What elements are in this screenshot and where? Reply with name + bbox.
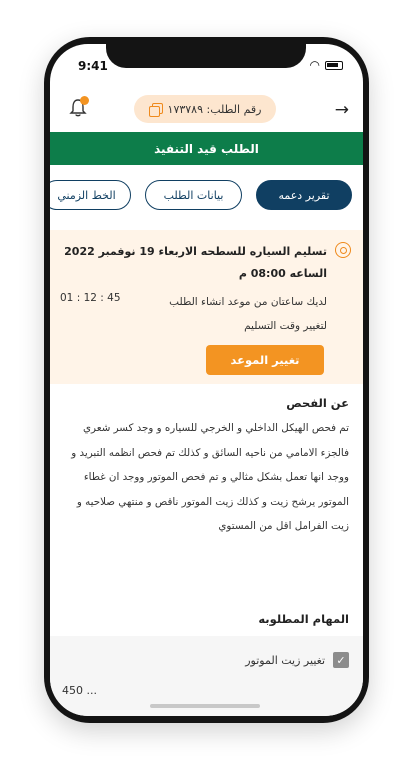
order-number-label: رقم الطلب: ١٧٣٧٨٩ [167, 102, 262, 116]
phone-notch [106, 37, 306, 68]
tasks-title: المهام المطلوبه [258, 612, 349, 626]
delivery-card: تسليم السياره للسطحه الاربعاء 19 نوفمبر … [50, 230, 363, 384]
tab-label: بيانات الطلب [163, 188, 224, 202]
wifi-icon: ◠ [309, 58, 320, 72]
change-hint-text: لتغيير وقت التسليم [244, 320, 327, 332]
home-indicator [150, 704, 260, 708]
tab-support-report[interactable]: تقرير دعمه [256, 180, 352, 210]
tab-order-details[interactable]: بيانات الطلب [145, 180, 242, 210]
task-label: تغيير زيت الموتور [245, 653, 325, 667]
tab-bar: تقرير دعمه بيانات الطلب الخط الزمني [50, 180, 363, 212]
notification-dot [80, 96, 89, 105]
remaining-time-text: لديك ساعتان من موعد انشاء الطلب [169, 296, 327, 308]
back-arrow-icon[interactable]: → [335, 100, 349, 120]
battery-icon [325, 60, 343, 70]
status-time: 9:41 [78, 59, 108, 73]
countdown-timer: 01 : 12 : 45 [60, 292, 121, 304]
order-number-pill[interactable]: رقم الطلب: ١٧٣٧٨٩ [134, 95, 276, 123]
inspection-section: عن الفحص تم فحص الهيكل الداخلي و الخرجي … [64, 396, 349, 539]
tab-label: الخط الزمني [57, 188, 116, 202]
steering-wheel-icon [335, 242, 351, 258]
inspection-body: تم فحص الهيكل الداخلي و الخرجي للسياره و… [71, 422, 349, 532]
top-bar: رقم الطلب: ١٧٣٧٨٩ → [50, 92, 363, 128]
copy-icon[interactable] [148, 102, 163, 117]
change-appointment-button[interactable]: تغيير الموعد [206, 345, 324, 375]
tab-label: تقرير دعمه [278, 188, 330, 202]
order-status-banner: الطلب قيد التنفيذ [50, 132, 363, 165]
task-item[interactable]: ✓ تغيير زيت الموتور [245, 652, 349, 668]
task-price: 450 ... [62, 684, 97, 697]
tab-timeline[interactable]: الخط الزمني [50, 180, 131, 210]
app-screen: 9:41 ◠ رقم الطلب: ١٧٣٧٨٩ → الطلب قيد الت… [50, 44, 363, 716]
delivery-title: تسليم السياره للسطحه الاربعاء 19 نوفمبر … [64, 245, 327, 280]
order-status-text: الطلب قيد التنفيذ [154, 141, 259, 156]
inspection-title: عن الفحص [286, 396, 349, 410]
delivery-info: لديك ساعتان من موعد انشاء الطلب لتغيير و… [169, 290, 327, 338]
checkbox-checked-icon[interactable]: ✓ [333, 652, 349, 668]
status-icons: ◠ [310, 59, 343, 71]
